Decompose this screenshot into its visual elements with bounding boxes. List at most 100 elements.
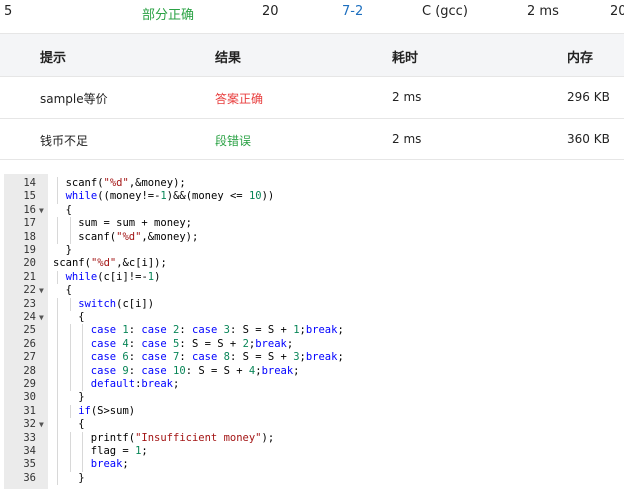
- indent-guide: [57, 337, 58, 352]
- row-memory: 360 KB: [567, 132, 610, 146]
- results-table: 提示 结果 耗时 内存 sample等价 答案正确 2 ms 296 KB 钱币…: [0, 33, 624, 160]
- submission-row: 5 部分正确 20 7-2 C (gcc) 2 ms 20: [0, 0, 624, 24]
- code-line: 30}: [4, 391, 624, 405]
- line-number: 23: [23, 297, 36, 310]
- submission-compiler: C (gcc): [422, 4, 468, 19]
- code-line: 36}: [4, 471, 624, 486]
- line-number: 35: [23, 458, 36, 471]
- indent-guide: [57, 230, 58, 244]
- line-number: 19: [23, 244, 36, 256]
- indent-guide: [69, 217, 71, 231]
- row-memory: 296 KB: [567, 90, 610, 104]
- code-text: {: [65, 284, 72, 297]
- code-text: sum = sum + money;: [78, 217, 192, 230]
- code-text: break;: [90, 458, 129, 471]
- indent-guide: [57, 190, 58, 204]
- line-number: 15: [23, 190, 36, 203]
- submission-problem-link[interactable]: 7-2: [342, 4, 363, 19]
- line-number: 22: [23, 284, 36, 297]
- code-text: {: [78, 311, 85, 323]
- indent-guide: [69, 364, 71, 378]
- code-text: scanf("%d",&money);: [65, 177, 186, 189]
- row-hint: sample等价: [40, 92, 108, 106]
- indent-guide: [69, 431, 71, 445]
- code-text: case 6: case 7: case 8: S = S + 3;break;: [90, 351, 344, 364]
- line-number: 31: [23, 404, 36, 417]
- code-text: }: [78, 471, 85, 484]
- indent-guide: [82, 431, 84, 445]
- row-time: 2 ms: [392, 132, 422, 146]
- code-line: 22 ▼ {: [4, 284, 624, 297]
- fold-toggle-icon[interactable]: ▼: [39, 284, 44, 297]
- code-text: }: [65, 244, 72, 256]
- code-editor[interactable]: 14 scanf("%d",&money); 15 while((money!=-1)…: [4, 174, 624, 489]
- code-line: 32 ▼ {: [4, 418, 624, 432]
- indent-guide: [57, 378, 58, 392]
- line-number: 17: [23, 217, 36, 230]
- code-text: printf("Insufficient money");: [90, 431, 275, 444]
- code-line: 25 case 1: case 2: case 3: S = S + 1;brea…: [4, 324, 624, 338]
- code-text: while(c[i]!=-1): [65, 270, 161, 283]
- indent-guide: [57, 404, 58, 419]
- line-number: 21: [23, 270, 36, 283]
- code-line: 26 case 4: case 5: S = S + 2;break;: [4, 337, 624, 352]
- indent-guide: [82, 378, 84, 392]
- code-text: while((money!=-1)&&(money <= 10)): [65, 190, 275, 203]
- indent-guide: [82, 337, 84, 352]
- indent-guide: [69, 297, 71, 311]
- code-line: 14 scanf("%d",&money);: [4, 177, 624, 191]
- submission-memory-fragment: 20: [610, 4, 624, 19]
- indent-guide: [69, 458, 71, 472]
- header-memory: 内存: [567, 51, 594, 66]
- code-text: case 9: case 10: S = S + 4;break;: [90, 364, 300, 377]
- code-line: 23 switch(c[i]): [4, 297, 624, 311]
- indent-guide: [57, 364, 58, 378]
- line-number: 25: [23, 324, 36, 337]
- code-line: 24 ▼ {: [4, 311, 624, 325]
- fold-toggle-icon[interactable]: ▼: [39, 418, 44, 431]
- submission-status: 部分正确: [142, 8, 195, 23]
- indent-guide: [69, 404, 71, 419]
- table-row: sample等价 答案正确 2 ms 296 KB: [0, 77, 624, 119]
- indent-guide: [69, 324, 71, 338]
- line-number: 29: [23, 378, 36, 390]
- results-table-header: 提示 结果 耗时 内存: [0, 33, 624, 77]
- indent-guide: [57, 471, 58, 486]
- indent-guide: [82, 324, 84, 338]
- indent-guide: [57, 431, 58, 445]
- row-result: 答案正确: [215, 92, 264, 106]
- indent-guide: [82, 351, 84, 365]
- row-hint: 钱币不足: [40, 134, 89, 148]
- indent-guide: [69, 337, 71, 352]
- fold-toggle-icon[interactable]: ▼: [39, 204, 44, 217]
- line-number: 28: [23, 364, 36, 377]
- indent-guide: [69, 445, 71, 459]
- indent-guide: [82, 364, 84, 378]
- indent-guide: [57, 418, 58, 432]
- fold-toggle-icon[interactable]: ▼: [39, 311, 44, 324]
- code-text: switch(c[i]): [78, 297, 155, 310]
- submission-score: 20: [262, 4, 279, 19]
- header-result: 结果: [215, 51, 242, 66]
- indent-guide: [69, 351, 71, 365]
- indent-guide: [69, 230, 71, 244]
- code-line: 35 break;: [4, 458, 624, 472]
- code-line: 21 while(c[i]!=-1): [4, 270, 624, 285]
- code-text: }: [78, 391, 85, 404]
- row-result: 段错误: [215, 134, 252, 148]
- indent-guide: [57, 445, 58, 459]
- code-text: scanf("%d",&money);: [78, 230, 199, 243]
- line-number: 36: [23, 471, 36, 484]
- indent-guide: [57, 458, 58, 472]
- indent-guide: [82, 445, 84, 459]
- code-text: if(S>sum): [78, 404, 136, 417]
- code-text: flag = 1;: [90, 445, 148, 457]
- indent-guide: [57, 177, 58, 191]
- code-line: 20 scanf("%d",&c[i]);: [4, 257, 624, 270]
- line-number: 24: [23, 311, 36, 323]
- submission-time: 2 ms: [527, 4, 559, 19]
- code-line: 28 case 9: case 10: S = S + 4;break;: [4, 364, 624, 378]
- code-line: 29 default:break;: [4, 378, 624, 392]
- line-number: 16: [23, 203, 36, 216]
- header-time: 耗时: [392, 51, 419, 66]
